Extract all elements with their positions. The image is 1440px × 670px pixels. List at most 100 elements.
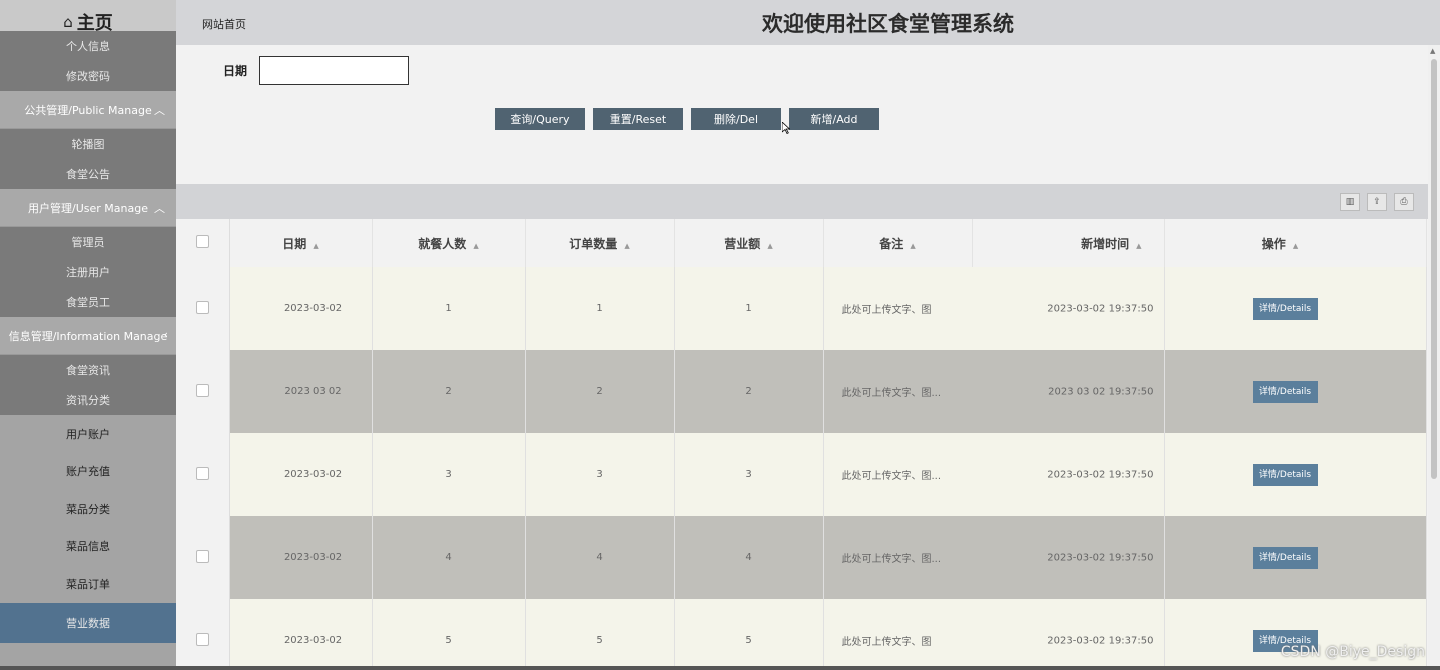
sidebar-item-account[interactable]: 用户账户 (0, 415, 176, 453)
column-header-actions[interactable]: 操作 ▲︎ (1164, 219, 1427, 267)
sidebar-item-recharge[interactable]: 账户充值 (0, 453, 176, 491)
sidebar-item-news[interactable]: 食堂资讯 (0, 355, 176, 385)
cell-diners: 3 (372, 433, 526, 516)
cell-revenue: 5 (674, 599, 824, 670)
row-checkbox[interactable] (195, 466, 209, 480)
group-label: 公共管理/Public Manage (24, 103, 152, 117)
reset-button[interactable]: 重置/Reset (593, 108, 683, 130)
sidebar-item-news-category[interactable]: 资讯分类 (0, 385, 176, 415)
cell-date: 2023-03-02 (229, 433, 373, 516)
cell-actions: 详情/Details (1164, 433, 1427, 516)
sidebar-sub-personal: 个人信息 修改密码 (0, 31, 176, 91)
scroll-up-icon[interactable]: ▲ (1430, 47, 1435, 55)
add-button[interactable]: 新增/Add (789, 108, 879, 130)
row-select-cell (176, 350, 230, 433)
date-filter: 日期 (223, 56, 410, 85)
sidebar-group-info[interactable]: 信息管理/Information Manage ‹ (0, 317, 176, 355)
cell-orders: 1 (525, 267, 675, 350)
sidebar-sub-info: 食堂资讯 资讯分类 (0, 355, 176, 415)
cell-date: 2023-03-02 (229, 516, 373, 599)
cell-note-created: 此处可上传文字、图... 2023 03 02 19:37:50 (823, 350, 1165, 433)
cell-revenue: 4 (674, 516, 824, 599)
export-icon[interactable]: ⇪ (1367, 193, 1387, 211)
cell-revenue: 3 (674, 433, 824, 516)
header: 网站首页 欢迎使用社区食堂管理系统 (176, 0, 1440, 45)
column-header-orders[interactable]: 订单数量 ▲︎ (525, 219, 675, 267)
row-select-cell (176, 267, 230, 350)
details-button[interactable]: 详情/Details (1252, 380, 1318, 403)
sidebar: ⌂ 主页 个人信息 修改密码 公共管理/Public Manage ︿ 轮播图 … (0, 0, 176, 670)
chevron-up-icon: ︿ (154, 104, 165, 117)
sort-icon: ▲︎ (624, 241, 630, 250)
sidebar-item-admin[interactable]: 管理员 (0, 227, 176, 257)
sidebar-item-staff[interactable]: 食堂员工 (0, 287, 176, 317)
details-button[interactable]: 详情/Details (1252, 546, 1318, 569)
column-header-note[interactable]: 备注 ▲︎ (823, 219, 973, 267)
cell-created: 2023-03-02 19:37:50 (1047, 303, 1154, 314)
cell-note: 此处可上传文字、图... (841, 554, 942, 565)
sort-icon: ▲︎ (313, 241, 319, 250)
select-all-checkbox[interactable] (195, 235, 209, 248)
row-checkbox[interactable] (195, 300, 209, 314)
sidebar-item-dish-info[interactable]: 菜品信息 (0, 528, 176, 566)
columns-icon[interactable]: ▥ (1340, 193, 1360, 211)
column-header-date[interactable]: 日期 ▲︎ (229, 219, 373, 267)
cell-note: 此处可上传文字、图 (841, 305, 932, 316)
cell-note: 此处可上传文字、图 (841, 637, 932, 648)
details-button[interactable]: 详情/Details (1252, 297, 1318, 320)
print-icon[interactable]: ⎙ (1394, 193, 1414, 211)
cell-diners: 5 (372, 599, 526, 670)
cell-date: 2023 03 02 (229, 350, 373, 433)
data-table-wrap: 日期 ▲︎ 就餐人数 ▲︎ 订单数量 ▲︎ 营业额 ▲︎ 备注 ▲︎ 新增时间 ▲︎ 操作 ▲… (176, 219, 1428, 670)
table-toolbar: ▥ ⇪ ⎙ (176, 184, 1428, 219)
delete-button[interactable]: 删除/Del (691, 108, 781, 130)
table-row: 2023-03-02 4 4 4 此处可上传文字、图... 2023-03-02 19:3… (176, 516, 1427, 599)
date-input[interactable] (259, 56, 410, 85)
sidebar-item-profile[interactable]: 个人信息 (0, 31, 176, 61)
sort-icon: ▲︎ (1292, 241, 1299, 250)
cell-actions: 详情/Details (1164, 267, 1427, 350)
details-button[interactable]: 详情/Details (1252, 463, 1318, 486)
sidebar-item-announcement[interactable]: 食堂公告 (0, 159, 176, 189)
main-content: 日期 查询/Query 重置/Reset 删除/Del 新增/Add ▥ ⇪ ⎙… (176, 45, 1428, 670)
row-checkbox[interactable] (195, 383, 209, 397)
sidebar-item-carousel[interactable]: 轮播图 (0, 129, 176, 159)
query-button[interactable]: 查询/Query (495, 108, 585, 130)
cell-note-created: 此处可上传文字、图... 2023-03-02 19:37:50 (823, 516, 1165, 599)
cell-revenue: 2 (674, 350, 824, 433)
sidebar-sub-public: 轮播图 食堂公告 (0, 129, 176, 189)
sort-icon: ▲︎ (910, 241, 916, 250)
table-row: 2023-03-02 5 5 5 此处可上传文字、图 2023-03-02 19:37:5… (176, 599, 1427, 670)
cell-diners: 2 (372, 350, 526, 433)
sidebar-item-change-password[interactable]: 修改密码 (0, 61, 176, 91)
row-checkbox[interactable] (195, 549, 209, 563)
sidebar-item-dish-order[interactable]: 菜品订单 (0, 565, 176, 603)
sort-icon: ▲︎ (1136, 241, 1142, 250)
group-label: 信息管理/Information Manage (8, 329, 168, 343)
cell-diners: 4 (372, 516, 526, 599)
sidebar-item-dish-category[interactable]: 菜品分类 (0, 490, 176, 528)
sort-icon: ▲︎ (767, 241, 773, 250)
column-header-created[interactable]: 新增时间 ▲︎ (972, 219, 1165, 267)
cell-revenue: 1 (674, 267, 824, 350)
sidebar-group-user[interactable]: 用户管理/User Manage ︿ (0, 189, 176, 227)
table-header-row: 日期 ▲︎ 就餐人数 ▲︎ 订单数量 ▲︎ 营业额 ▲︎ 备注 ▲︎ 新增时间 ▲︎ 操作 ▲… (176, 219, 1427, 267)
cell-orders: 3 (525, 433, 675, 516)
row-checkbox[interactable] (195, 632, 209, 646)
scrollbar-thumb[interactable] (1431, 59, 1437, 479)
column-header-revenue[interactable]: 营业额 ▲︎ (674, 219, 824, 267)
column-header-diners[interactable]: 就餐人数 ▲︎ (372, 219, 526, 267)
action-buttons: 查询/Query 重置/Reset 删除/Del 新增/Add (495, 108, 887, 130)
home-label: 主页 (76, 13, 113, 34)
table-row: 2023-03-02 1 1 1 此处可上传文字、图 2023-03-02 19:37:5… (176, 267, 1427, 350)
sidebar-item-business-data[interactable]: 营业数据 (0, 602, 176, 643)
watermark: CSDN @Biye_Design (1280, 644, 1425, 660)
cell-note-created: 此处可上传文字、图 2023-03-02 19:37:50 (823, 599, 1165, 670)
sidebar-group-public[interactable]: 公共管理/Public Manage ︿ (0, 91, 176, 129)
vertical-scrollbar[interactable]: ▲ (1428, 45, 1440, 670)
sort-icon: ▲︎ (473, 241, 479, 250)
cell-orders: 4 (525, 516, 675, 599)
sidebar-item-registered-user[interactable]: 注册用户 (0, 257, 176, 287)
cell-orders: 5 (525, 599, 675, 670)
cell-diners: 1 (372, 267, 526, 350)
